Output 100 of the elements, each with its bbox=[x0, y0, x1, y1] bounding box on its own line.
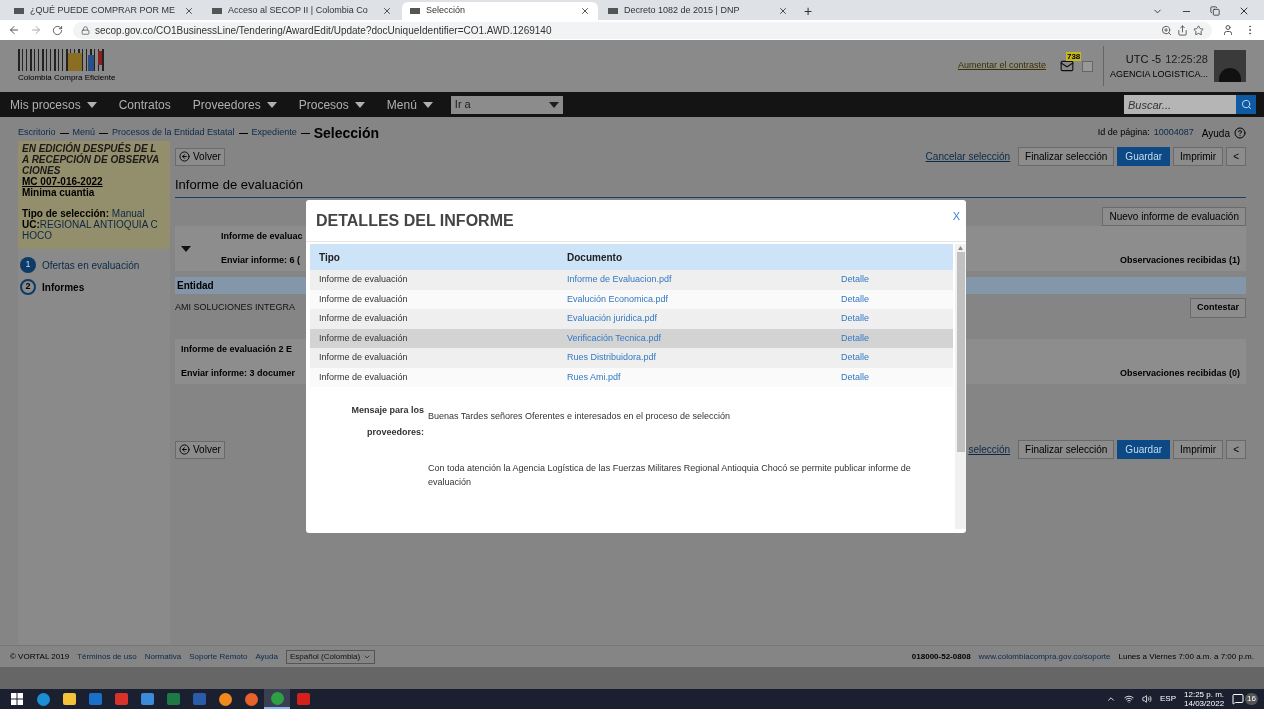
save-button[interactable]: Guardar bbox=[1117, 440, 1171, 459]
nav-menu-item[interactable]: Menú bbox=[386, 95, 433, 114]
save-button[interactable]: Guardar bbox=[1117, 147, 1171, 166]
contrast-link[interactable]: Aumentar el contraste bbox=[957, 59, 1046, 73]
process-number: MC 007-016-2022 bbox=[22, 176, 104, 187]
bookmark-star-icon[interactable] bbox=[1193, 24, 1204, 36]
cancel-link[interactable]: selección bbox=[968, 442, 1011, 457]
page-id-label: Id de página: bbox=[1097, 126, 1150, 140]
detail-link[interactable]: Detalle bbox=[841, 292, 869, 306]
step-number: 2 bbox=[20, 279, 36, 295]
document-row[interactable]: Informe de evaluación Rues Distribuidora.pdf Detalle bbox=[310, 348, 953, 368]
app-tile-icon bbox=[88, 693, 102, 705]
user-name: AGENCIA LOGISTICA... bbox=[1109, 67, 1208, 81]
notifications-icon[interactable] bbox=[1232, 693, 1245, 705]
footer-link[interactable]: Ayuda bbox=[255, 650, 278, 663]
breadcrumb-link[interactable]: Procesos de la Entidad Estatal bbox=[112, 126, 235, 140]
collapse-button[interactable]: < bbox=[1226, 147, 1246, 166]
favicon-icon bbox=[608, 8, 618, 14]
footer-link[interactable]: Normativa bbox=[144, 650, 182, 663]
document-link[interactable]: Verificación Tecnica.pdf bbox=[558, 331, 841, 345]
browser-tab[interactable]: Selección bbox=[402, 2, 598, 20]
breadcrumb-link[interactable]: Menú bbox=[72, 126, 96, 140]
help-icon[interactable] bbox=[1234, 127, 1246, 139]
language-select[interactable]: Español (Colombia) bbox=[285, 649, 376, 664]
send-report-text: Enviar informe: 6 ( bbox=[221, 253, 302, 267]
nav-menu-item[interactable]: Procesos bbox=[298, 95, 365, 114]
cancel-link[interactable]: Cancelar selección bbox=[925, 149, 1011, 164]
nav-menu-item[interactable]: Proveedores bbox=[192, 95, 277, 114]
detail-link[interactable]: Detalle bbox=[841, 370, 869, 384]
step-item[interactable]: 2 Informes bbox=[20, 279, 168, 295]
profile-icon[interactable] bbox=[1222, 24, 1234, 36]
reply-button[interactable]: Contestar bbox=[1190, 297, 1246, 318]
input-language[interactable]: ESP bbox=[1160, 693, 1177, 705]
close-icon[interactable] bbox=[580, 6, 590, 16]
back-button[interactable]: Volver bbox=[175, 440, 225, 459]
breadcrumb-link[interactable]: Expediente bbox=[251, 126, 297, 140]
search-field[interactable]: Buscar... bbox=[1124, 95, 1236, 114]
volume-icon[interactable] bbox=[1142, 694, 1153, 704]
support-link[interactable]: www.colombiacompra.gov.co/soporte bbox=[978, 650, 1111, 663]
new-tab-button[interactable]: + bbox=[798, 2, 819, 20]
caret-icon bbox=[354, 101, 365, 108]
footer-link[interactable]: Soporte Remoto bbox=[189, 650, 248, 663]
print-button[interactable]: Imprimir bbox=[1173, 440, 1224, 459]
collapse-button[interactable]: < bbox=[1226, 440, 1246, 459]
document-link[interactable]: Evalución Economica.pdf bbox=[558, 292, 841, 306]
taskbar-time[interactable]: 12:25 p. m. bbox=[1184, 690, 1225, 699]
tab-title: Decreto 1082 de 2015 | DNP bbox=[624, 4, 741, 18]
taskbar-date[interactable]: 14/03/2022 bbox=[1184, 699, 1225, 708]
uc-text: UC:REGIONAL ANTIOQUIA CHOCO bbox=[22, 219, 159, 241]
entity-name: AMI SOLUCIONES INTEGRA bbox=[175, 300, 296, 314]
footer-link[interactable]: Términos de uso bbox=[77, 650, 137, 663]
document-row[interactable]: Informe de evaluación Evalución Economica.pdf Detalle bbox=[310, 289, 953, 309]
reload-icon[interactable] bbox=[52, 24, 63, 36]
document-row[interactable]: Informe de evaluación Evaluación juridica.pdf Detalle bbox=[310, 309, 953, 329]
caret-icon bbox=[548, 101, 559, 108]
breadcrumb-link[interactable]: Escritorio bbox=[18, 126, 56, 140]
tray-expand-icon[interactable] bbox=[1106, 694, 1117, 704]
nav-menu-item[interactable]: Contratos bbox=[118, 95, 171, 114]
document-link[interactable]: Rues Distribuidora.pdf bbox=[558, 351, 841, 365]
print-button[interactable]: Imprimir bbox=[1173, 147, 1224, 166]
scrollbar-thumb[interactable] bbox=[956, 252, 965, 452]
clock-text: 12:25:28 bbox=[1165, 52, 1208, 67]
help-link[interactable]: Ayuda bbox=[1201, 125, 1230, 141]
tab-title: Selección bbox=[426, 4, 467, 18]
nav-menu-item[interactable]: Mis procesos bbox=[10, 95, 97, 114]
document-link[interactable]: Evaluación juridica.pdf bbox=[558, 312, 841, 326]
zoom-icon[interactable] bbox=[1161, 24, 1172, 36]
finish-button[interactable]: Finalizar selección bbox=[1018, 440, 1115, 459]
close-icon[interactable] bbox=[382, 6, 392, 16]
back-button[interactable]: Volver bbox=[175, 147, 225, 166]
detail-link[interactable]: Detalle bbox=[841, 351, 869, 365]
close-icon[interactable] bbox=[184, 6, 194, 16]
detail-link[interactable]: Detalle bbox=[841, 312, 869, 326]
address-bar[interactable]: secop.gov.co/CO1BusinessLine/Tendering/AwardEdit/Update?docUniqueIdentifier=CO1.AWD.1269140 bbox=[73, 21, 1212, 39]
network-icon[interactable] bbox=[1124, 694, 1135, 704]
caret-icon bbox=[86, 101, 97, 108]
mail-icon[interactable] bbox=[1059, 59, 1074, 73]
detail-link[interactable]: Detalle bbox=[841, 331, 869, 345]
close-button[interactable]: X bbox=[952, 208, 960, 225]
document-row[interactable]: Informe de evaluación Informe de Evaluacion.pdf Detalle bbox=[310, 270, 953, 290]
document-row[interactable]: Informe de evaluación Rues Ami.pdf Detalle bbox=[310, 367, 953, 387]
share-icon[interactable] bbox=[1177, 24, 1188, 36]
close-icon[interactable] bbox=[778, 6, 788, 16]
app-tile-icon bbox=[296, 693, 310, 705]
step-item[interactable]: 1 Ofertas en evaluación bbox=[20, 257, 168, 273]
close-window-icon[interactable] bbox=[1238, 5, 1250, 17]
search-button[interactable] bbox=[1236, 95, 1256, 114]
goto-select[interactable]: Ir a bbox=[450, 95, 563, 114]
type-cell-text: Informe de evaluación bbox=[318, 292, 409, 306]
document-link[interactable]: Rues Ami.pdf bbox=[558, 370, 841, 384]
back-icon[interactable] bbox=[8, 24, 20, 36]
type-cell-text: Informe de evaluación bbox=[318, 351, 409, 364]
step-label: Informes bbox=[42, 280, 85, 295]
restore-icon[interactable] bbox=[1210, 6, 1220, 16]
new-report-button[interactable]: Nuevo informe de evaluación bbox=[1102, 207, 1246, 226]
finish-button[interactable]: Finalizar selección bbox=[1018, 147, 1115, 166]
scrollbar[interactable] bbox=[955, 244, 966, 529]
send-report-text: Enviar informe: 3 documer bbox=[181, 366, 296, 380]
scroll-up-icon[interactable] bbox=[958, 246, 963, 250]
document-row[interactable]: Informe de evaluación Verificación Tecnica.pdf Detalle bbox=[310, 328, 953, 348]
